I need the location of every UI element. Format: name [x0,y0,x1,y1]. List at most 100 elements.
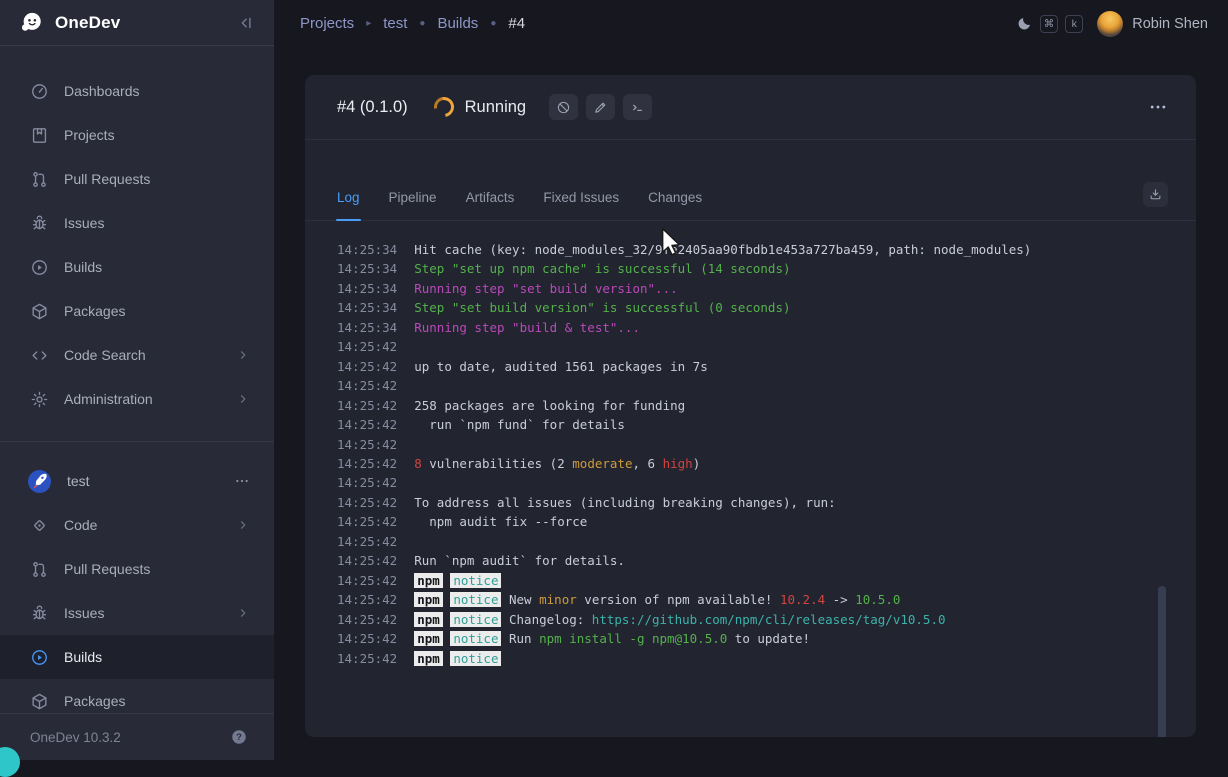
sidebar-item-code[interactable]: Code [0,503,274,547]
log-text: minor [539,592,577,607]
log-line: 14:25:42 [337,473,1196,492]
log-line: 14:25:42 To address all issues (including… [337,493,1196,512]
log-link[interactable]: https://github.com/npm/cli/releases/tag/… [592,612,946,627]
log-text: 258 packages are looking for funding [414,398,685,413]
topbar-right: ⌘ k Robin Shen [1016,11,1208,37]
log-text: 10.5.0 [855,592,900,607]
sidebar-item-label: Issues [64,605,104,621]
sidebar-item-builds[interactable]: Builds [0,245,274,289]
log-line: 14:25:42Run `npm audit` for details. [337,551,1196,570]
sidebar-item-label: Dashboards [64,83,140,99]
sidebar-item-administration[interactable]: Administration [0,377,274,421]
sidebar-item-issues[interactable]: Issues [0,201,274,245]
help-icon[interactable]: ? [230,728,248,746]
log-timestamp: 14:25:42 [337,398,397,413]
sidebar: OneDev DashboardsProjectsPull RequestsIs… [0,0,274,760]
build-actions [549,94,652,120]
sidebar-collapse-icon[interactable] [236,14,254,32]
sidebar-item-label: Packages [64,303,125,319]
project-name: test [67,473,90,489]
edit-build-button[interactable] [586,94,615,120]
chevron-right-icon [236,606,250,620]
tab-log[interactable]: Log [337,190,360,220]
sidebar-divider [0,441,274,442]
build-more-icon[interactable] [1148,97,1168,117]
log-timestamp: 14:25:42 [337,417,397,432]
log-timestamp: 14:25:42 [337,495,397,510]
sidebar-item-code-search[interactable]: Code Search [0,333,274,377]
tab-list: Log Pipeline Artifacts Fixed Issues Changes [337,190,731,220]
cancel-build-button[interactable] [549,94,578,120]
sidebar-item-dashboards[interactable]: Dashboards [0,69,274,113]
sidebar-project-nav: CodePull RequestsIssuesBuildsPackages [0,503,274,723]
running-spinner-icon [430,93,458,121]
log-line: 14:25:428 vulnerabilities (2 moderate, 6… [337,454,1196,473]
log-timestamp: 14:25:42 [337,339,397,354]
sidebar-item-packages[interactable]: Packages [0,289,274,333]
tab-fixed-issues[interactable]: Fixed Issues [543,190,619,220]
breadcrumb-separator: ● [490,18,496,29]
log-scrollbar-thumb[interactable] [1158,586,1166,737]
svg-text:?: ? [236,732,242,742]
dark-mode-toggle-icon[interactable] [1016,15,1033,32]
log-line: 14:25:34Hit cache (key: node_modules_32/… [337,240,1196,259]
log-text: Step "set up npm cache" is successful (1… [414,261,790,276]
log-text: New [501,592,539,607]
log-line: 14:25:42npm notice Run npm install -g np… [337,629,1196,648]
sidebar-item-issues[interactable]: Issues [0,591,274,635]
log-text: Running step "set build version"... [414,281,677,296]
sidebar-project-header[interactable]: test [0,459,274,503]
sidebar-item-pull-requests[interactable]: Pull Requests [0,157,274,201]
log-text: 8 [414,456,422,471]
breadcrumb-project[interactable]: test [383,15,407,32]
tab-pipeline[interactable]: Pipeline [389,190,437,220]
sidebar-item-projects[interactable]: Projects [0,113,274,157]
log-text: To address all issues (including breakin… [414,495,835,510]
breadcrumb-builds[interactable]: Builds [437,15,478,32]
gauge-icon [30,82,49,101]
log-timestamp: 14:25:42 [337,514,397,529]
web-terminal-button[interactable] [623,94,652,120]
log-text: Changelog: [501,612,591,627]
sidebar-item-pull-requests[interactable]: Pull Requests [0,547,274,591]
log-line: 14:25:42 258 packages are looking for fun… [337,396,1196,415]
breadcrumb-separator: ▸ [366,18,371,29]
sidebar-item-builds[interactable]: Builds [0,635,274,679]
pencil-icon [593,100,608,115]
package-icon [30,692,49,711]
log-line: 14:25:42 [337,337,1196,356]
log-line: 14:25:42npm notice [337,649,1196,668]
sidebar-item-label: Builds [64,259,102,275]
log-text: vulnerabilities (2 [422,456,573,471]
user-avatar[interactable] [1097,11,1123,37]
log-timestamp: 14:25:42 [337,651,397,666]
sidebar-item-label: Pull Requests [64,561,150,577]
log-timestamp: 14:25:42 [337,359,397,374]
log-timestamp: 14:25:42 [337,553,397,568]
build-tabs: Log Pipeline Artifacts Fixed Issues Changes [305,140,1196,221]
gear-icon [30,390,49,409]
app-name[interactable]: OneDev [55,13,120,33]
project-more-icon[interactable] [234,473,250,489]
play-circle-icon [30,648,49,667]
log-line: 14:25:42 run `npm fund` for details [337,415,1196,434]
build-title: #4 (0.1.0) [337,98,408,117]
log-timestamp: 14:25:34 [337,261,397,276]
breadcrumb-projects[interactable]: Projects [300,15,354,32]
user-name[interactable]: Robin Shen [1132,16,1208,32]
tab-artifacts[interactable]: Artifacts [466,190,515,220]
download-log-button[interactable] [1143,182,1168,207]
log-text: Hit cache (key: node_modules_32/9fe2405a… [414,242,1031,257]
log-text: version of npm available! [577,592,780,607]
ban-icon [556,100,571,115]
log-line: 14:25:42 npm audit fix --force [337,512,1196,531]
shortcut-key-k: k [1065,15,1083,33]
onedev-logo-icon[interactable] [18,9,45,36]
terminal-icon [630,100,645,115]
tab-changes[interactable]: Changes [648,190,702,220]
log-line: 14:25:42npm notice [337,571,1196,590]
app-version: OneDev 10.3.2 [30,730,121,745]
log-badge-notice: notice [450,592,501,607]
log-timestamp: 14:25:42 [337,437,397,452]
sidebar-footer: OneDev 10.3.2 ? [0,713,274,760]
